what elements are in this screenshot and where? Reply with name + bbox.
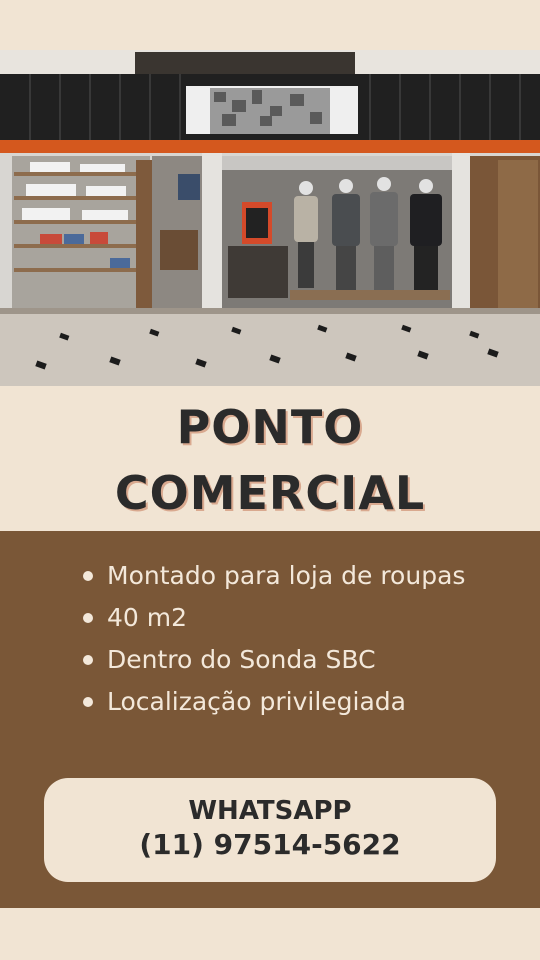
phone-number[interactable]: (11) 97514-5622 xyxy=(44,827,496,863)
list-item: 40 m2 xyxy=(80,597,520,639)
storefront-illustration xyxy=(0,50,540,386)
list-item: Dentro do Sonda SBC xyxy=(80,639,520,681)
storefront-photo xyxy=(0,50,540,386)
headline-line-1: PONTO xyxy=(176,400,364,454)
contact-label: WHATSAPP xyxy=(188,796,352,826)
bullet-icon xyxy=(83,571,93,581)
list-item: Localização privilegiada xyxy=(80,681,520,723)
bullet-icon xyxy=(83,697,93,707)
whatsapp-contact-box[interactable]: WHATSAPP (11) 97514-5622 xyxy=(44,778,496,882)
bullet-icon xyxy=(83,613,93,623)
list-item: Montado para loja de roupas xyxy=(80,555,520,597)
headline: PONTO COMERCIAL xyxy=(0,392,540,528)
headline-line-2: COMERCIAL xyxy=(114,466,426,520)
bullet-icon xyxy=(83,655,93,665)
feature-list: Montado para loja de roupas 40 m2 Dentro… xyxy=(80,555,520,723)
